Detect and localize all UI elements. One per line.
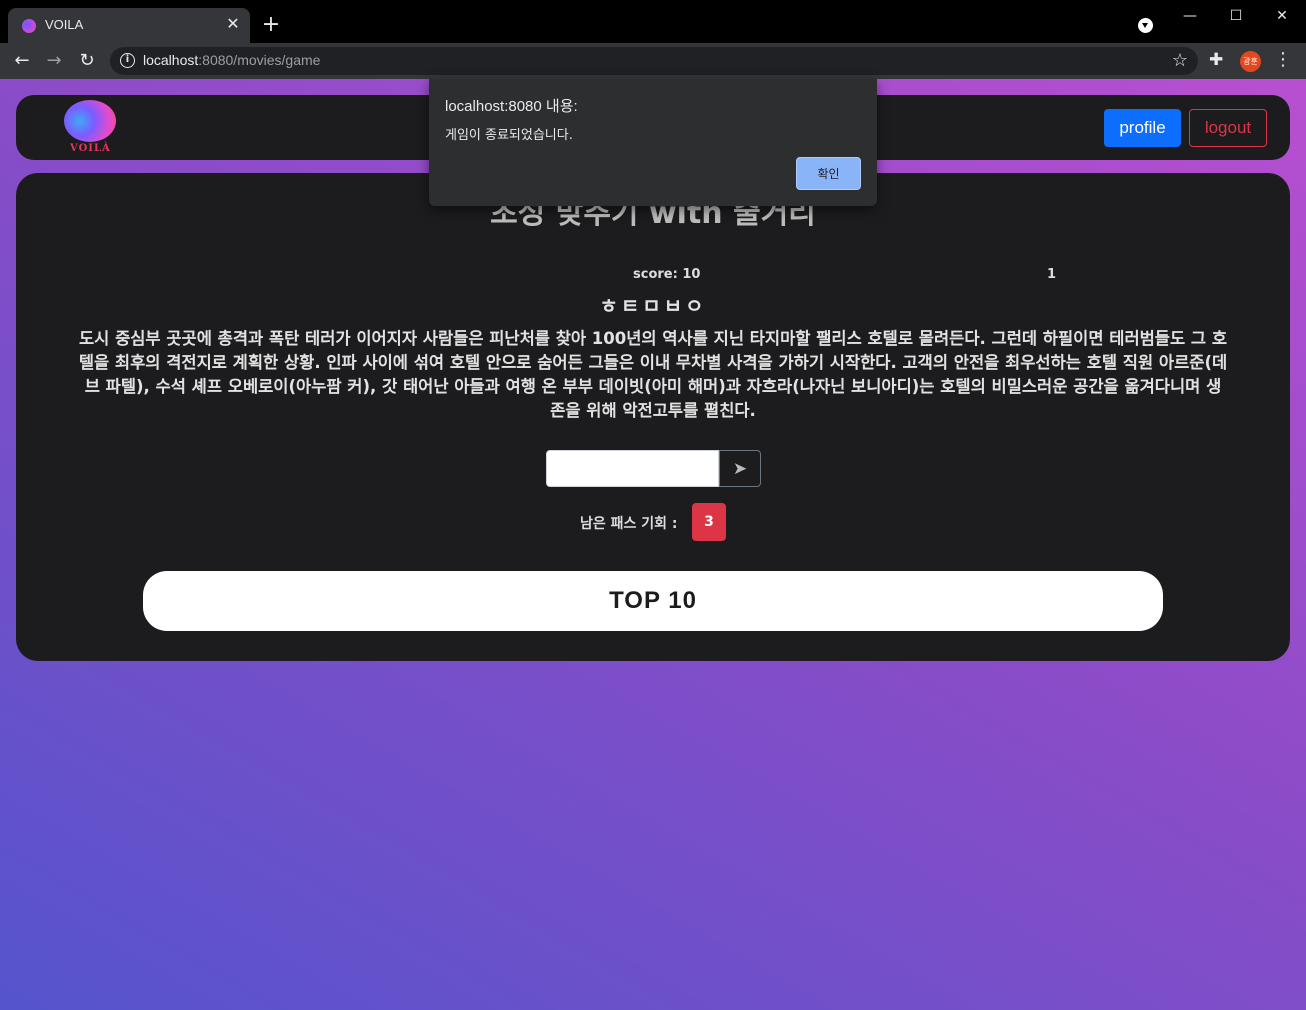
browser-toolbar: ← → ↻ i localhost:8080/movies/game ☆ ✚ 광…	[0, 43, 1306, 79]
profile-button[interactable]: profile	[1104, 109, 1181, 147]
avatar[interactable]: 광훈	[1240, 51, 1261, 72]
logout-button[interactable]: logout	[1189, 109, 1267, 147]
info-icon[interactable]: i	[120, 53, 135, 68]
score-label: score: 10	[633, 267, 701, 282]
forward-icon[interactable]: →	[43, 50, 65, 72]
round-number: 1	[1047, 267, 1057, 282]
tab-search-icon[interactable]	[1138, 18, 1153, 33]
dialog-ok-button[interactable]: 확인	[796, 157, 861, 190]
pass-label: 남은 패스 기회 :	[580, 516, 678, 532]
minimize-icon[interactable]: —	[1178, 6, 1202, 26]
close-tab-icon[interactable]: ✕	[224, 15, 242, 33]
game-card: 초성 맞추기 with 줄거리 score: 10 1 ㅎㅌㅁㅂㅇ 도시 중심부…	[16, 173, 1290, 661]
logo-circle-icon	[64, 100, 116, 142]
submit-button[interactable]: ➤	[719, 450, 761, 487]
reload-icon[interactable]: ↻	[76, 50, 98, 72]
logo-text: VOILÀ	[70, 143, 111, 154]
voila-logo[interactable]: VOILÀ	[64, 100, 116, 156]
voila-favicon-icon	[22, 19, 36, 33]
movie-plot: 도시 중심부 곳곳에 총격과 폭탄 테러가 이어지자 사람들은 피난처를 찾아 …	[78, 329, 1228, 420]
browser-tabbar: VOILA ✕ + — ☐ ✕	[0, 0, 1306, 43]
menu-icon[interactable]: ⋮	[1274, 49, 1292, 70]
back-icon[interactable]: ←	[11, 50, 33, 72]
maximize-icon[interactable]: ☐	[1224, 6, 1248, 26]
pass-count-button[interactable]: 3	[692, 503, 726, 541]
chosung-hint: ㅎㅌㅁㅂㅇ	[599, 294, 707, 318]
address-bar[interactable]: i localhost:8080/movies/game ☆	[110, 47, 1198, 75]
dialog-title: localhost:8080 내용:	[445, 98, 578, 115]
new-tab-icon[interactable]: +	[260, 14, 282, 36]
dialog-message: 게임이 종료되었습니다.	[445, 128, 573, 143]
send-icon: ➤	[732, 459, 748, 478]
url-text: localhost:8080/movies/game	[143, 52, 321, 68]
close-window-icon[interactable]: ✕	[1270, 6, 1294, 26]
tab-title: VOILA	[45, 17, 84, 32]
page-background: VOILÀ profile logout 초성 맞추기 with 줄거리 sco…	[0, 79, 1306, 1010]
top10-button[interactable]: TOP 10	[143, 571, 1163, 631]
alert-dialog: localhost:8080 내용: 게임이 종료되었습니다. 확인	[429, 79, 877, 206]
extensions-icon[interactable]: ✚	[1209, 50, 1223, 70]
answer-input[interactable]	[546, 450, 719, 487]
browser-tab[interactable]: VOILA ✕	[8, 8, 250, 43]
star-icon[interactable]: ☆	[1172, 50, 1188, 71]
